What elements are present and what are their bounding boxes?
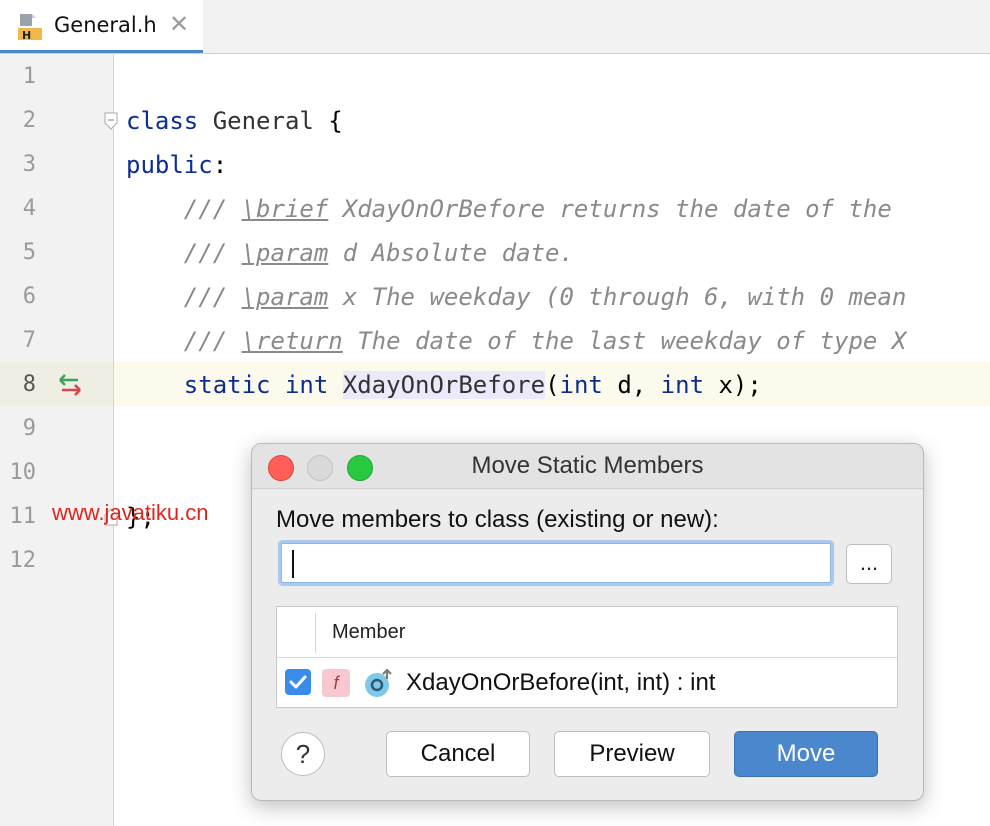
target-class-label: Move members to class (existing or new): — [276, 506, 719, 533]
punctuation: : — [212, 151, 228, 179]
comment-text: The date of the last weekday of type X — [342, 327, 907, 355]
code-line-6: /// \param x The weekday (0 through 6, w… — [126, 275, 906, 319]
column-separator — [315, 613, 316, 653]
comment-text: d Absolute date. — [328, 239, 574, 267]
h-header-file-icon: H — [18, 14, 42, 42]
line-number: 9 — [22, 416, 36, 441]
keyword: class — [126, 107, 199, 135]
line-number: 8 — [22, 372, 36, 397]
line-number: 5 — [22, 240, 36, 265]
line-number: 10 — [9, 460, 37, 485]
comment-prefix: /// — [126, 283, 242, 311]
member-checkbox[interactable] — [285, 669, 311, 695]
brace: { — [328, 107, 343, 135]
final-badge: f — [322, 669, 350, 697]
doc-tag: \brief — [241, 195, 329, 223]
class-name: General — [198, 107, 329, 135]
dialog-title-bar[interactable]: Move Static Members — [252, 444, 923, 489]
keyword: public — [126, 151, 213, 179]
override-arrows-icon[interactable] — [56, 372, 84, 398]
keyword: static — [183, 371, 271, 399]
move-button[interactable]: Move — [734, 731, 878, 777]
browse-button[interactable]: ... — [846, 544, 892, 584]
code-line-5: /// \param d Absolute date. — [126, 231, 574, 275]
param: x); — [704, 371, 762, 399]
preview-button[interactable]: Preview — [554, 731, 710, 777]
keyword: int — [559, 371, 603, 399]
dialog-title: Move Static Members — [471, 452, 704, 479]
comment-prefix: /// — [126, 327, 242, 355]
code-line-2: class General { — [126, 99, 343, 143]
comment-prefix: /// — [126, 239, 242, 267]
line-number: 11 — [9, 504, 37, 529]
doc-tag: \return — [241, 327, 343, 355]
line-number: 4 — [22, 196, 36, 221]
code-line-8: static int XdayOnOrBefore(int d, int x); — [126, 363, 762, 407]
line-number: 12 — [9, 548, 37, 573]
column-header-member[interactable]: Member — [332, 621, 405, 644]
keyword: int — [660, 371, 705, 399]
method-name[interactable]: XdayOnOrBefore — [342, 371, 546, 399]
comment-text: XdayOnOrBefore returns the date of the — [328, 195, 892, 223]
members-table[interactable]: Member f XdayOnOrBefore(int, int) : int — [276, 606, 898, 708]
code-line-4: /// \brief XdayOnOrBefore returns the da… — [126, 187, 892, 231]
move-static-members-dialog: Move Static Members Move members to clas… — [251, 443, 924, 801]
svg-text:H: H — [22, 29, 31, 42]
checkmark-icon — [289, 675, 307, 689]
watermark: www.javatiku.cn — [52, 500, 209, 525]
doc-tag: \param — [241, 239, 329, 267]
code-line-7: /// \return The date of the last weekday… — [126, 319, 906, 363]
doc-tag: \param — [241, 283, 329, 311]
static-method-icon — [365, 668, 392, 697]
fold-marker-icon[interactable] — [104, 112, 118, 130]
line-number: 2 — [22, 108, 36, 133]
comment-prefix: /// — [126, 195, 242, 223]
line-number: 3 — [22, 152, 36, 177]
line-number: 1 — [22, 64, 36, 89]
line-number: 7 — [22, 328, 36, 353]
text-caret — [292, 550, 294, 578]
header-divider — [277, 657, 897, 658]
punctuation: ( — [545, 371, 560, 399]
line-number: 6 — [22, 284, 36, 309]
code-line-3: public: — [126, 143, 227, 187]
cancel-button[interactable]: Cancel — [386, 731, 530, 777]
param: d, — [602, 371, 661, 399]
help-button[interactable]: ? — [281, 732, 325, 776]
comment-text: x The weekday (0 through 6, with 0 mean — [328, 283, 907, 311]
keyword: int — [284, 371, 329, 399]
target-class-input[interactable] — [281, 543, 831, 583]
member-signature: XdayOnOrBefore(int, int) : int — [406, 669, 716, 696]
